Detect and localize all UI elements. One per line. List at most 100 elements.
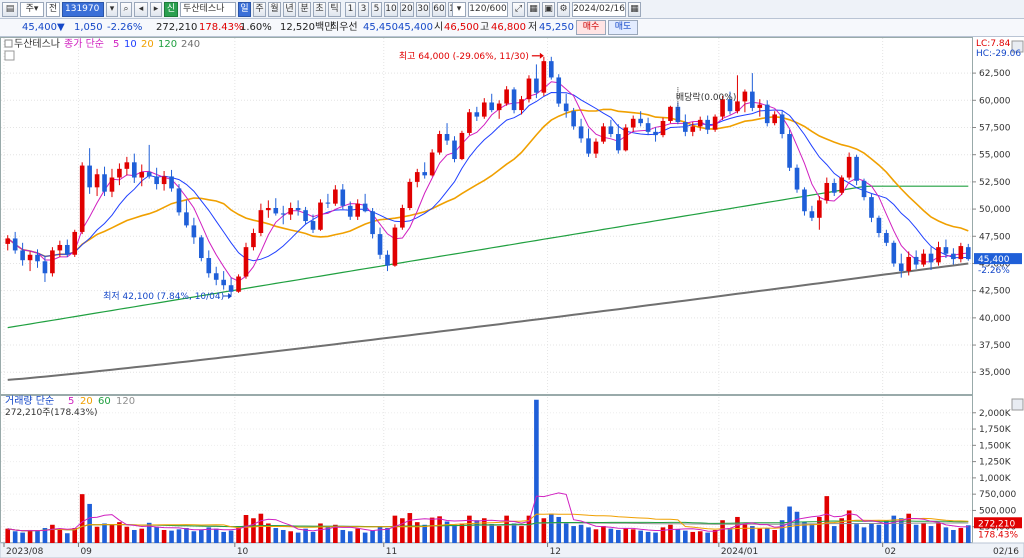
price-tick-label: 60,000 — [979, 96, 1011, 106]
change-rate: -2.26% — [107, 22, 143, 33]
candle-body — [42, 261, 48, 274]
volume-bar — [370, 530, 375, 543]
volume-bar — [191, 531, 197, 543]
candle-body — [876, 217, 882, 234]
volume-bar — [20, 532, 25, 543]
prev-stock-icon[interactable]: ◂ — [134, 2, 148, 17]
search-icon[interactable]: ▾ — [106, 2, 118, 17]
magnifier-icon[interactable]: ⌕ — [120, 2, 132, 17]
volume-bar — [392, 515, 398, 543]
save-icon[interactable]: ▣ — [542, 2, 555, 17]
candle-body — [362, 203, 368, 212]
candle-body — [943, 247, 949, 254]
volume-bar — [794, 511, 800, 543]
candle-body — [131, 162, 137, 178]
sell-button[interactable]: 매도 — [608, 20, 638, 35]
stock-code-input[interactable]: 131970 — [62, 2, 104, 17]
volume-tick-label: 500,000 — [979, 506, 1016, 516]
volume-bar — [481, 518, 487, 543]
volume-bar — [258, 513, 264, 543]
volume-bar — [831, 526, 837, 543]
minute-button-20[interactable]: 20 — [400, 2, 414, 17]
volume-tick-label: 1,500K — [979, 441, 1012, 451]
date-input[interactable]: 2024/02/16 — [572, 2, 626, 17]
candle-body — [489, 102, 495, 111]
candle-body — [824, 182, 830, 201]
period-button-6[interactable]: 틱 — [328, 2, 341, 17]
volume-bar — [809, 523, 815, 543]
volume-bar — [467, 515, 472, 543]
volume-bar — [414, 522, 420, 543]
candle-body — [504, 89, 509, 104]
candle-body — [50, 250, 55, 274]
volume-bar — [623, 528, 629, 543]
last-volume-label: 272,210 — [978, 519, 1015, 529]
volume-bar — [757, 528, 763, 543]
period-button-0[interactable]: 일 — [238, 2, 251, 17]
period-button-2[interactable]: 월 — [268, 2, 281, 17]
candle-body — [102, 174, 107, 192]
volume-bar — [534, 399, 539, 543]
legend-stock-name: 두산테스나 — [14, 38, 60, 50]
next-stock-icon[interactable]: ▸ — [150, 2, 162, 17]
calendar-icon[interactable]: ▦ — [628, 2, 641, 17]
volume-bar — [928, 526, 934, 543]
candle-body — [251, 233, 256, 248]
volume-bar — [943, 527, 949, 543]
x-tick-label: 02 — [885, 547, 896, 557]
volume-bar — [869, 523, 874, 543]
price-tick-label: 50,000 — [979, 205, 1011, 215]
lc-label: LC:7.84 — [976, 39, 1011, 49]
volume-bar — [5, 528, 11, 543]
volume-bar — [400, 518, 405, 543]
zoom-icon[interactable]: ⤢ — [512, 2, 525, 17]
minute-button-60[interactable]: 60 — [432, 2, 446, 17]
volume-bar — [824, 496, 830, 543]
x-tick-label: 2023/08 — [6, 547, 44, 557]
data-count-input[interactable]: 120/600 — [468, 2, 508, 17]
volume-bar — [846, 510, 852, 543]
market-select[interactable]: 주▾ — [20, 2, 44, 17]
candle-body — [653, 131, 658, 136]
candle-body — [12, 238, 18, 251]
minute-button-10[interactable]: 10 — [384, 2, 398, 17]
minute-button-30[interactable]: 30 — [416, 2, 430, 17]
period-button-3[interactable]: 년 — [283, 2, 296, 17]
volume-bar — [362, 532, 368, 543]
volume-bar — [221, 531, 226, 543]
candle-body — [563, 103, 569, 112]
period-button-4[interactable]: 분 — [298, 2, 311, 17]
volume-bar — [94, 526, 100, 543]
count-dropdown-icon[interactable]: ▾ — [452, 2, 466, 17]
candle-body — [481, 102, 487, 117]
candle-body — [87, 165, 92, 188]
period-button-5[interactable]: 초 — [313, 2, 326, 17]
volume-bar — [601, 526, 606, 543]
candle-body — [176, 188, 182, 213]
period-button-1[interactable]: 주 — [253, 2, 266, 17]
volume-bar — [27, 529, 33, 543]
volume-bar — [64, 533, 70, 543]
minute-button-1[interactable]: 1 — [345, 2, 356, 17]
grid-icon[interactable]: ▦ — [527, 2, 540, 17]
legend-ma-240: 240 — [181, 39, 200, 50]
code-type-select[interactable]: 전 — [46, 2, 60, 17]
volume-bar — [615, 529, 621, 543]
volume-bar — [377, 526, 383, 543]
candle-body — [712, 116, 718, 130]
stock-name: 두산테스나 — [180, 2, 236, 17]
volume-bar — [295, 532, 301, 543]
minute-button-5[interactable]: 5 — [371, 2, 382, 17]
candle-body — [697, 119, 703, 127]
candle-body — [891, 242, 897, 264]
candle-body — [64, 244, 70, 255]
buy-button[interactable]: 매수 — [576, 20, 606, 35]
candle-body — [310, 221, 316, 230]
candle-body — [429, 152, 435, 176]
settings-icon[interactable]: ⚙ — [557, 2, 570, 17]
menu-icon[interactable]: ▤ — [2, 2, 18, 17]
volume-bar — [742, 523, 748, 543]
volume-bar — [913, 524, 919, 543]
trade-amount: 12,520백만 — [280, 22, 334, 33]
minute-button-3[interactable]: 3 — [358, 2, 369, 17]
